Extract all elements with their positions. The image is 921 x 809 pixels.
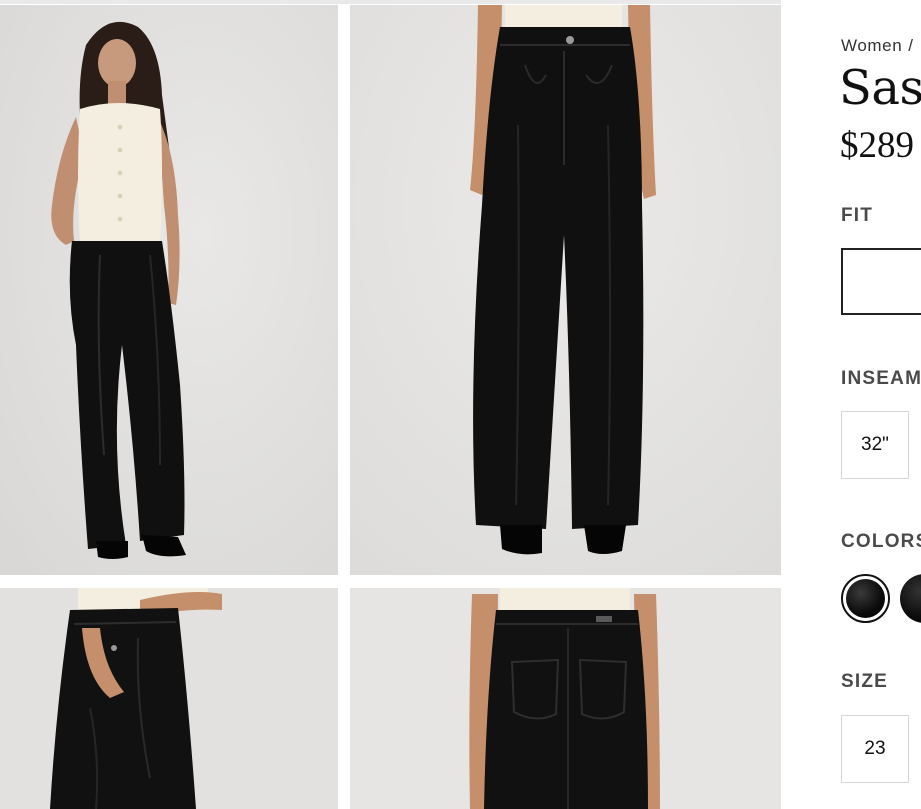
colors-label: COLORS [841,531,921,552]
breadcrumb-link-women[interactable]: Women [841,36,902,55]
fit-option-selected[interactable] [841,248,921,315]
product-image-pants-back[interactable] [350,588,781,809]
product-image-pocket-detail[interactable] [0,588,338,809]
product-title: Sasl [839,60,921,116]
product-image-pants-front[interactable] [350,5,781,575]
size-option-23[interactable]: 23 [841,715,909,783]
product-price: $289 [840,125,914,166]
model-front-illustration [0,5,338,575]
fit-label: FIT [841,205,874,226]
product-info-panel: Women / Sasl $289 FIT INSEAM 32" COLORS S… [781,0,921,809]
pants-front-illustration [350,5,781,575]
pocket-detail-illustration [0,588,338,809]
inseam-option-32[interactable]: 32" [841,411,909,479]
pants-back-illustration [350,588,781,809]
product-image-model-front[interactable] [0,5,338,575]
color-swatch-selected[interactable] [841,574,890,623]
breadcrumb: Women / [841,36,914,56]
color-swatch-dot [846,579,885,618]
breadcrumb-separator: / [908,36,914,55]
size-label: SIZE [841,671,889,692]
color-swatch-alt[interactable] [900,574,921,623]
inseam-label: INSEAM [841,368,921,389]
